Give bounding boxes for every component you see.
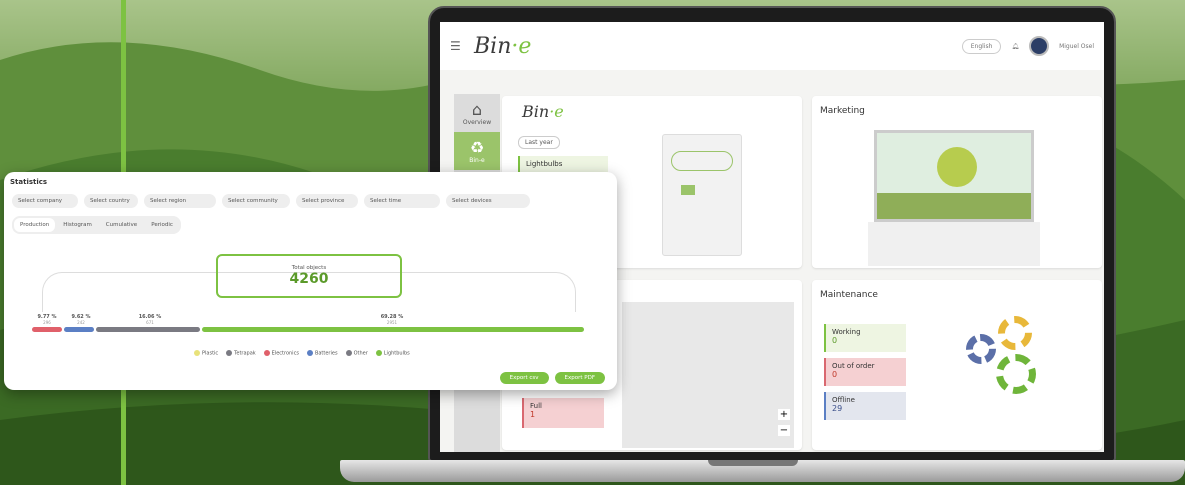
gear-icon-green bbox=[996, 354, 1036, 394]
maintenance-title: Maintenance bbox=[820, 290, 878, 300]
province-select[interactable]: Select province bbox=[296, 194, 358, 208]
statistics-title: Statistics bbox=[10, 178, 48, 186]
segment-electronics bbox=[32, 327, 62, 332]
user-name[interactable]: Miguel Osel bbox=[1059, 43, 1094, 50]
bin-device-image bbox=[662, 134, 742, 256]
gear-icon-blue bbox=[966, 334, 996, 364]
devices-select[interactable]: Select devices bbox=[446, 194, 530, 208]
notification-icon[interactable]: 🔔︎ bbox=[1011, 43, 1019, 50]
export-csv-button[interactable]: Export csv bbox=[499, 372, 549, 384]
laptop-notch bbox=[708, 460, 798, 466]
marketing-display-image bbox=[874, 130, 1034, 222]
hamburger-icon[interactable]: ☰ bbox=[450, 39, 474, 53]
company-select[interactable]: Select company bbox=[12, 194, 78, 208]
recycle-icon: ♻ bbox=[469, 138, 485, 157]
segment-label: 16.06 % 671 bbox=[138, 314, 162, 325]
segment-lightbulbs bbox=[202, 327, 584, 332]
total-objects-box: Total objects 4260 bbox=[216, 254, 402, 298]
full-box: Full 1 bbox=[522, 398, 604, 428]
language-select[interactable]: English bbox=[961, 38, 1002, 54]
card-logo: Bin·e bbox=[522, 102, 564, 121]
statistics-panel: Statistics Select company Select country… bbox=[4, 172, 617, 390]
segment-batteries bbox=[64, 327, 94, 332]
marketing-title: Marketing bbox=[820, 106, 865, 116]
export-pdf-button[interactable]: Export PDF bbox=[554, 372, 605, 384]
export-actions: Export csv Export PDF bbox=[499, 372, 605, 384]
out-of-order-box: Out of order 0 bbox=[824, 358, 906, 386]
legend-item: Tetrapak bbox=[226, 350, 256, 357]
legend: Plastic Tetrapak Electronics Batteries O… bbox=[194, 350, 410, 357]
time-select[interactable]: Select time bbox=[364, 194, 440, 208]
tab-histogram[interactable]: Histogram bbox=[57, 218, 98, 232]
maintenance-card: Maintenance Working 0 Out of order 0 Off… bbox=[812, 280, 1102, 450]
zoom-in-button[interactable]: + bbox=[778, 409, 790, 420]
sidebar-item-overview[interactable]: ⌂ Overview bbox=[454, 94, 500, 132]
segment-label: 9.62 % 242 bbox=[71, 314, 91, 325]
legend-item: Batteries bbox=[306, 350, 338, 357]
distribution-bar bbox=[32, 327, 584, 332]
community-select[interactable]: Select community bbox=[222, 194, 290, 208]
sidebar-item-bine[interactable]: ♻ Bin-e bbox=[454, 132, 500, 170]
map-view[interactable]: + − bbox=[622, 302, 794, 448]
tab-production[interactable]: Production bbox=[14, 218, 56, 232]
filter-bar: Select company Select country Select reg… bbox=[12, 194, 530, 208]
gear-icon-yellow bbox=[998, 316, 1032, 350]
working-box: Working 0 bbox=[824, 324, 906, 352]
tab-cumulative[interactable]: Cumulative bbox=[100, 218, 143, 232]
app-logo: Bin·e bbox=[474, 33, 532, 59]
legend-item: Lightbulbs bbox=[375, 350, 410, 357]
tab-periodic[interactable]: Periodic bbox=[145, 218, 179, 232]
home-icon: ⌂ bbox=[471, 100, 483, 119]
topbar: ☰ Bin·e English 🔔︎ Miguel Osel bbox=[440, 22, 1104, 70]
legend-item: Plastic bbox=[194, 350, 218, 357]
legend-item: Electronics bbox=[263, 350, 299, 357]
marketing-card: Marketing bbox=[812, 96, 1102, 268]
segment-tetrapak bbox=[96, 327, 200, 332]
country-select[interactable]: Select country bbox=[84, 194, 138, 208]
avatar[interactable] bbox=[1029, 36, 1050, 56]
view-tabs: Production Histogram Cumulative Periodic bbox=[12, 216, 181, 234]
total-value: 4260 bbox=[289, 271, 329, 287]
period-select[interactable]: Last year bbox=[518, 136, 560, 149]
offline-box: Offline 29 bbox=[824, 392, 906, 420]
segment-label: 69.28 % 2951 bbox=[380, 314, 404, 325]
display-base bbox=[868, 222, 1040, 266]
segment-label: 9.77 % 296 bbox=[37, 314, 57, 325]
zoom-out-button[interactable]: − bbox=[778, 425, 790, 436]
region-select[interactable]: Select region bbox=[144, 194, 216, 208]
legend-item: Other bbox=[345, 350, 368, 357]
